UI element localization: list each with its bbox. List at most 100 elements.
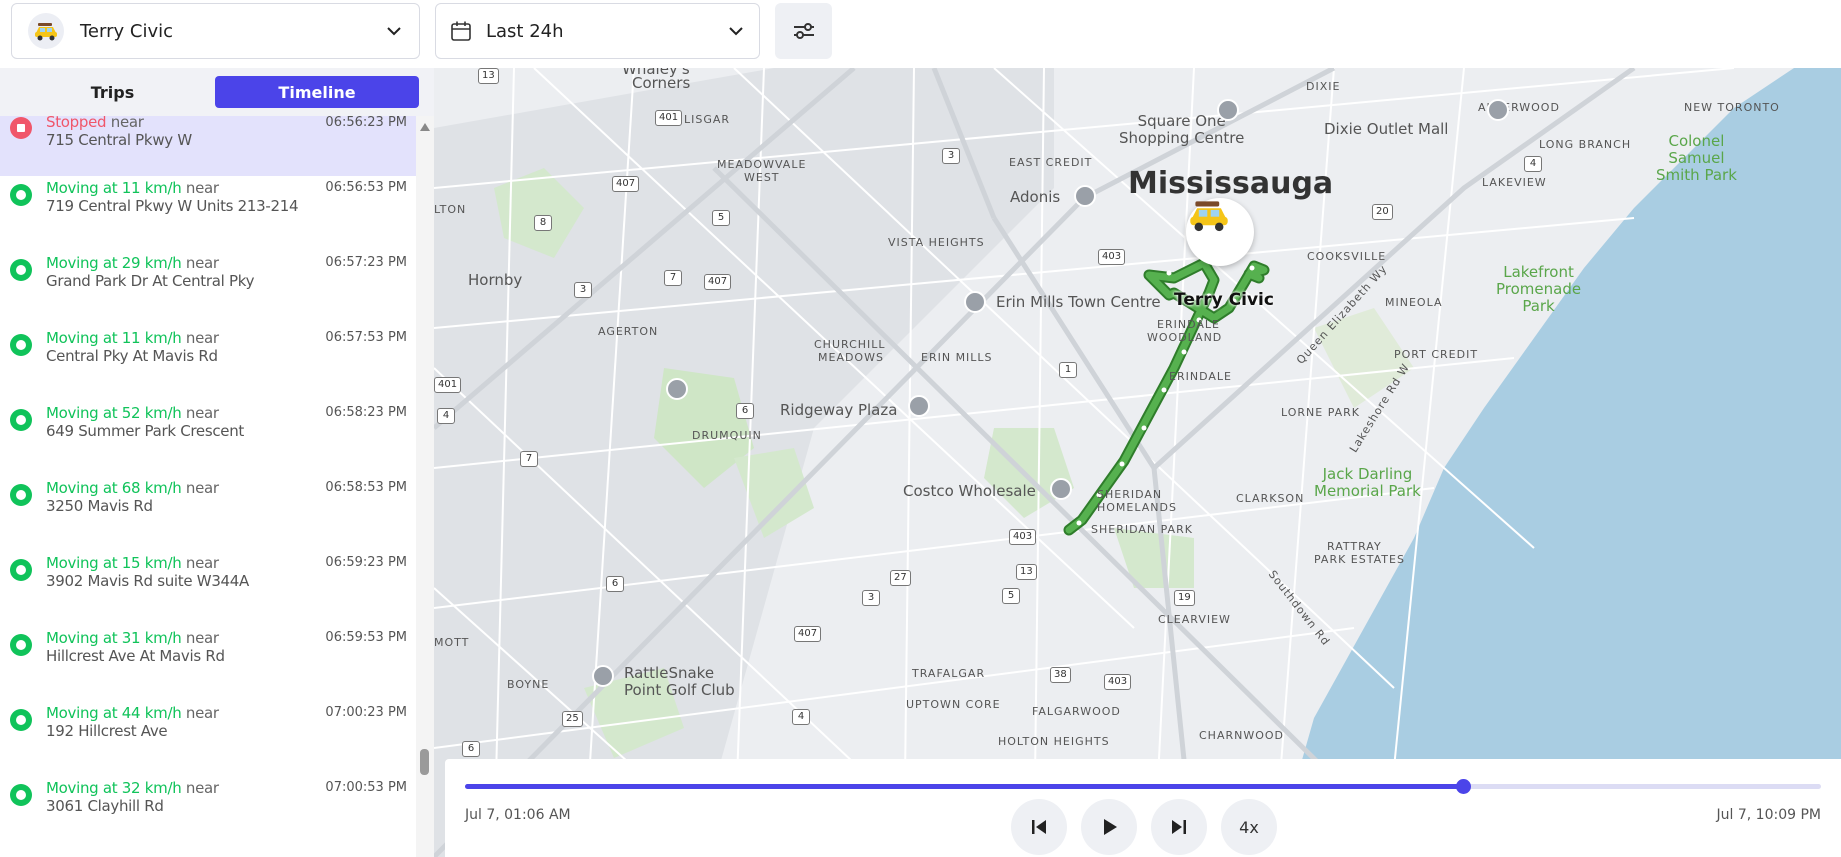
- moving-status-icon: [10, 784, 32, 806]
- timeline-item[interactable]: Moving at 29 km/h near Grand Park Dr At …: [0, 251, 416, 326]
- skip-back-button[interactable]: [1011, 799, 1067, 855]
- highway-shield: 6: [606, 576, 624, 592]
- shopping-poi-icon[interactable]: [964, 291, 986, 313]
- car-icon: [35, 23, 57, 41]
- golf-poi-icon[interactable]: [592, 665, 614, 687]
- timeline-status: Moving at 32 km/h near: [46, 779, 219, 797]
- scrollbar-track[interactable]: [416, 116, 434, 857]
- filter-button[interactable]: [775, 3, 832, 59]
- timeline-item[interactable]: Moving at 52 km/h near 649 Summer Park C…: [0, 401, 416, 476]
- map-label: ERINDALE: [1157, 318, 1220, 331]
- timeline-item[interactable]: Stopped near 715 Central Pkwy W 06:56:23…: [0, 116, 416, 176]
- chevron-down-icon: [729, 27, 743, 36]
- timeline-status: Moving at 44 km/h near: [46, 704, 219, 722]
- highway-shield: 13: [1016, 564, 1037, 580]
- highway-shield: 8: [534, 215, 552, 231]
- scrollbar-thumb[interactable]: [420, 749, 429, 775]
- timeline-time: 06:56:23 PM: [325, 116, 407, 130]
- highway-shield: 25: [562, 711, 583, 727]
- timeline-status: Moving at 11 km/h near: [46, 329, 219, 347]
- map-label: RATTRAY: [1327, 540, 1382, 553]
- timeline-time: 06:58:53 PM: [325, 480, 407, 495]
- timeline-item[interactable]: Moving at 11 km/h near Central Pky At Ma…: [0, 326, 416, 401]
- playback-speed-button[interactable]: 4x: [1221, 799, 1277, 855]
- timeline-time: 06:58:23 PM: [325, 405, 407, 420]
- timeline-status: Moving at 52 km/h near: [46, 404, 219, 422]
- sliders-icon: [793, 23, 814, 39]
- timeline-time: 06:57:53 PM: [325, 330, 407, 345]
- playback-progress: [465, 784, 1464, 789]
- map-label: LTON: [434, 203, 467, 216]
- timeline-time: 06:59:23 PM: [325, 555, 407, 570]
- timeline-address: Central Pky At Mavis Rd: [46, 347, 218, 365]
- highway-shield: 1: [1059, 362, 1077, 378]
- map-label: DRUMQUIN: [692, 429, 762, 442]
- shopping-poi-icon[interactable]: [908, 395, 930, 417]
- highway-shield: 403: [1009, 529, 1037, 545]
- map-label: Dixie Outlet Mall: [1324, 120, 1449, 138]
- map-label: SHERIDAN: [1097, 488, 1163, 501]
- tab-trips[interactable]: Trips: [10, 76, 215, 108]
- timeline-time: 07:00:53 PM: [325, 780, 407, 795]
- playback-start-time: Jul 7, 01:06 AM: [465, 807, 571, 823]
- highway-shield: 5: [1002, 588, 1020, 604]
- moving-status-icon: [10, 709, 32, 731]
- map-label: HOLTON HEIGHTS: [998, 735, 1110, 748]
- playback-slider[interactable]: [465, 779, 1821, 794]
- shopping-poi-icon[interactable]: [1487, 99, 1509, 121]
- highway-shield: 7: [520, 451, 538, 467]
- map-label: CLARKSON: [1236, 492, 1305, 505]
- tab-timeline[interactable]: Timeline: [215, 76, 419, 108]
- highway-shield: 403: [1104, 674, 1132, 690]
- playback-slider-thumb[interactable]: [1456, 779, 1472, 794]
- city-label: Mississauga: [1128, 166, 1334, 201]
- map-label: Ridgeway Plaza: [780, 401, 898, 419]
- highway-shield: 3: [862, 590, 880, 606]
- golf-poi-icon[interactable]: [666, 378, 688, 400]
- sidebar: Trips Timeline Stopped near 715 Central …: [0, 68, 434, 857]
- timeline-item[interactable]: Moving at 31 km/h near Hillcrest Ave At …: [0, 626, 416, 701]
- vehicle-marker[interactable]: [1186, 198, 1254, 266]
- highway-shield: 4: [792, 709, 810, 725]
- map-label: VISTA HEIGHTS: [888, 236, 985, 249]
- highway-shield: 407: [612, 176, 640, 192]
- map-label: Corners: [632, 74, 691, 92]
- shopping-poi-icon[interactable]: [1217, 99, 1239, 121]
- highway-shield: 4: [437, 408, 455, 424]
- calendar-icon: [451, 21, 471, 41]
- map-label: CHARNWOOD: [1199, 729, 1285, 742]
- shopping-poi-icon[interactable]: [1050, 478, 1072, 500]
- map-label: MEADOWVALE: [717, 158, 807, 171]
- timeline-item[interactable]: Moving at 44 km/h near 192 Hillcrest Ave…: [0, 701, 416, 776]
- timeline-status: Moving at 15 km/h near: [46, 554, 219, 572]
- play-icon: [1104, 819, 1117, 835]
- skip-forward-button[interactable]: [1151, 799, 1207, 855]
- moving-status-icon: [10, 559, 32, 581]
- timeline-item[interactable]: Moving at 32 km/h near 3061 Clayhill Rd …: [0, 776, 416, 851]
- timeline-address: 649 Summer Park Crescent: [46, 422, 245, 440]
- highway-shield: 20: [1372, 204, 1393, 220]
- timeline-address: 3250 Mavis Rd: [46, 497, 153, 515]
- map-label: RattleSnake Point Golf Club: [624, 664, 735, 699]
- playback-panel: Jul 7, 01:06 AM Jul 7, 10:09 PM 4x: [445, 759, 1841, 857]
- map-label: WEST: [744, 171, 780, 184]
- timeline-item[interactable]: Moving at 68 km/h near 3250 Mavis Rd 06:…: [0, 476, 416, 551]
- timeline-status: Moving at 11 km/h near: [46, 179, 219, 197]
- map-view[interactable]: Whaley's Corners LISGAR MEADOWVALE WEST …: [434, 68, 1841, 857]
- timeline-item[interactable]: Moving at 11 km/h near 719 Central Pkwy …: [0, 176, 416, 251]
- map-label: Colonel Samuel Smith Park: [1656, 132, 1737, 184]
- scroll-up-arrow[interactable]: [420, 123, 430, 131]
- date-range-select[interactable]: Last 24h: [435, 3, 760, 59]
- timeline-time: 07:00:23 PM: [325, 705, 407, 720]
- timeline-list[interactable]: Stopped near 715 Central Pkwy W 06:56:23…: [0, 116, 416, 857]
- timeline-address: Hillcrest Ave At Mavis Rd: [46, 647, 225, 665]
- timeline-item[interactable]: Moving at 15 km/h near 3902 Mavis Rd sui…: [0, 551, 416, 626]
- highway-shield: 38: [1050, 667, 1071, 683]
- highway-shield: 403: [1098, 249, 1126, 265]
- shopping-cart-poi-icon[interactable]: [1074, 185, 1096, 207]
- map-label: Hornby: [468, 271, 523, 289]
- play-button[interactable]: [1081, 799, 1137, 855]
- map-label: LONG BRANCH: [1539, 138, 1632, 151]
- vehicle-select[interactable]: Terry Civic: [11, 3, 420, 59]
- timeline-address: 3902 Mavis Rd suite W344A: [46, 572, 250, 590]
